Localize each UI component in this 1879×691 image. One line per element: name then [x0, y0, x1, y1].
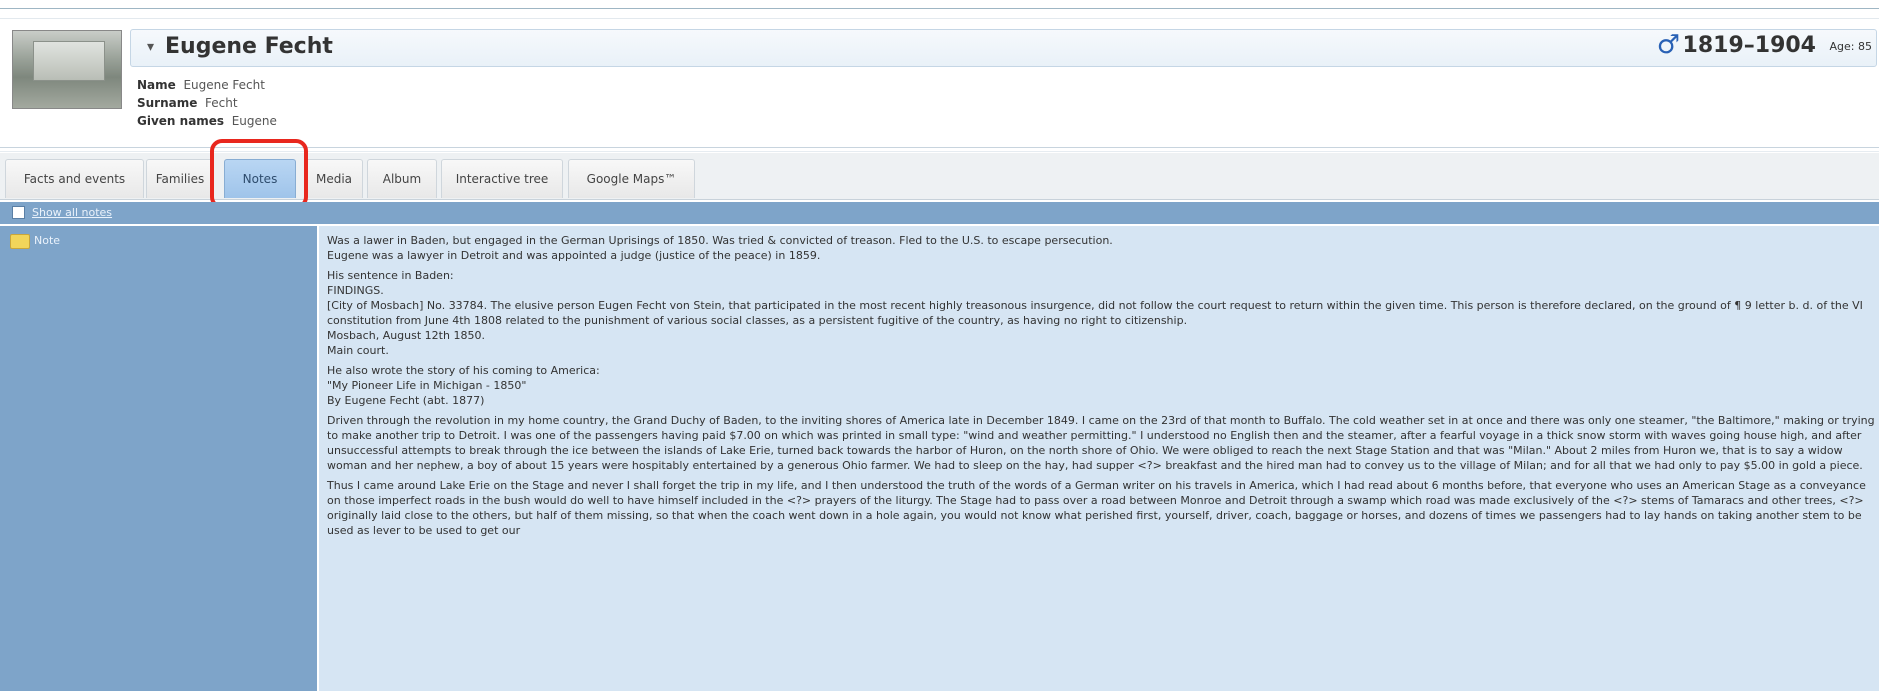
- tab-album[interactable]: Album: [367, 159, 437, 198]
- life-span: 1819–1904: [1682, 33, 1816, 58]
- surname-value: Fecht: [205, 96, 238, 110]
- note-paragraph: His sentence in Baden: FINDINGS. [City o…: [327, 269, 1863, 357]
- age-label-text: Age:: [1829, 40, 1855, 53]
- note-paragraph: Driven through the revolution in my home…: [327, 414, 1875, 472]
- name-value: Eugene Fecht: [183, 78, 265, 92]
- male-icon: ♂: [1656, 30, 1680, 60]
- show-all-notes-link[interactable]: Show all notes: [32, 206, 112, 219]
- note-paragraph: Was a lawer in Baden, but engaged in the…: [327, 234, 1113, 262]
- given-names-value: Eugene: [231, 114, 277, 128]
- surname-label: Surname: [137, 96, 198, 110]
- notes-header: Show all notes: [0, 202, 1879, 224]
- gravestone-image: [33, 41, 105, 81]
- tab-facts-and-events[interactable]: Facts and events: [5, 159, 144, 198]
- note-label: Note: [34, 234, 61, 247]
- name-details: Name Eugene Fecht Surname Fecht Given na…: [137, 76, 277, 130]
- person-name: Eugene Fecht: [165, 34, 333, 59]
- expand-icon[interactable]: ▾: [147, 39, 154, 55]
- age-value: 85: [1858, 40, 1872, 53]
- age-label: Age: 85: [1830, 40, 1872, 53]
- top-divider: [0, 8, 1879, 9]
- note-folder-icon: [10, 234, 30, 249]
- name-label: Name: [137, 78, 176, 92]
- surname-row: Surname Fecht: [137, 94, 277, 112]
- tab-media[interactable]: Media: [305, 159, 363, 198]
- top-divider-secondary: [0, 18, 1879, 19]
- note-row: Note Was a lawer in Baden, but engaged i…: [0, 226, 1879, 691]
- tab-google-maps[interactable]: Google Maps™: [568, 159, 695, 198]
- tab-families[interactable]: Families: [146, 159, 214, 198]
- note-label-cell: Note: [0, 226, 319, 691]
- tab-interactive-tree[interactable]: Interactive tree: [441, 159, 563, 198]
- note-content: Was a lawer in Baden, but engaged in the…: [319, 226, 1879, 691]
- name-row: Name Eugene Fecht: [137, 76, 277, 94]
- given-names-label: Given names: [137, 114, 225, 128]
- note-paragraph: He also wrote the story of his coming to…: [327, 364, 600, 407]
- note-text: Was a lawer in Baden, but engaged in the…: [327, 233, 1879, 543]
- notes-tab-highlight: [210, 139, 308, 209]
- note-paragraph: Thus I came around Lake Erie on the Stag…: [327, 479, 1866, 537]
- show-all-notes-checkbox[interactable]: [12, 206, 25, 219]
- gravestone-photo[interactable]: [12, 30, 122, 109]
- given-names-row: Given names Eugene: [137, 112, 277, 130]
- person-header: ▾ Eugene Fecht ♂ 1819–1904 Age: 85: [130, 29, 1877, 67]
